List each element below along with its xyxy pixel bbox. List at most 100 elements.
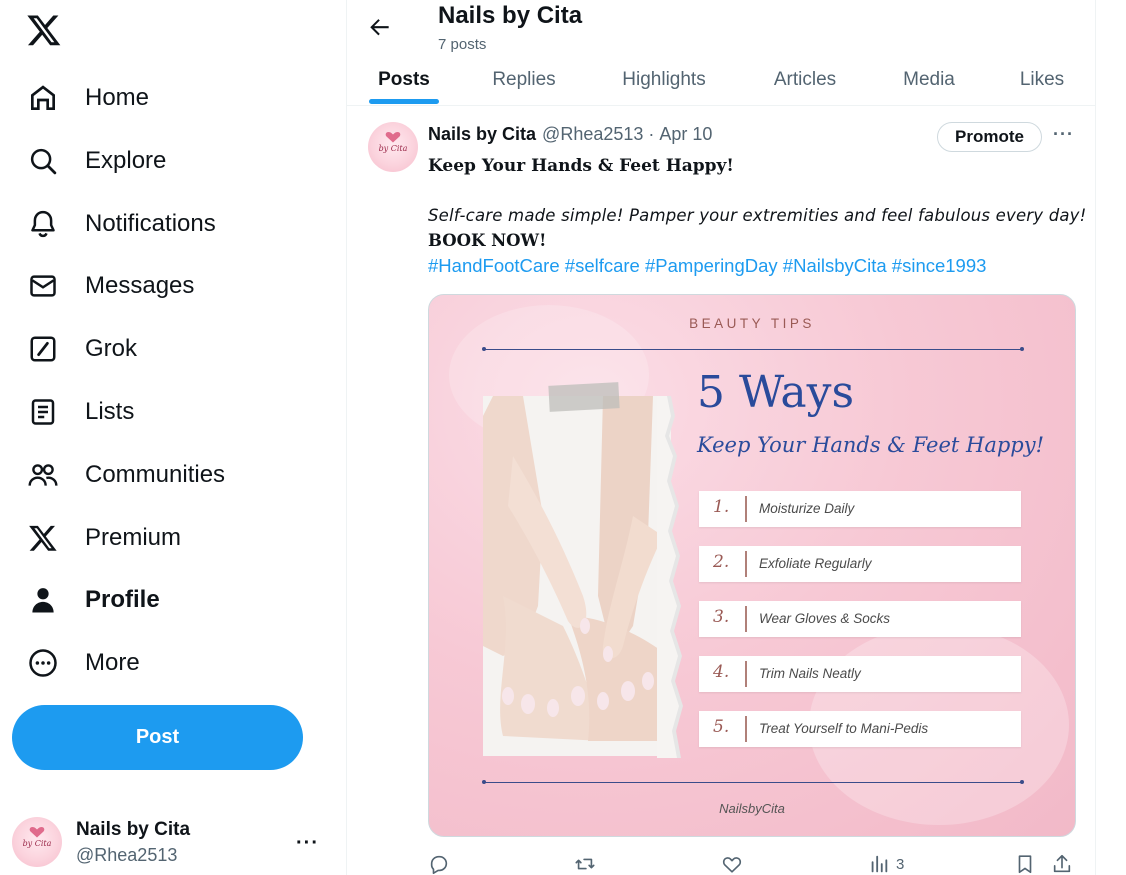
nav-label: Communities (85, 461, 226, 488)
left-sidebar: Home Explore Notifications Messages Grok… (0, 0, 346, 875)
tweet-text-line: Self-care made simple! Pamper your extre… (428, 206, 1087, 225)
hashtag-link[interactable]: #selfcare (565, 255, 640, 276)
home-icon (24, 79, 62, 117)
bookmark-icon (1018, 855, 1032, 874)
tip-row: 5. Treat Yourself to Mani-Pedis (699, 711, 1021, 747)
tip-row: 2. Exfoliate Regularly (699, 546, 1021, 582)
tweet-author-name[interactable]: Nails by Cita (428, 124, 536, 145)
tweet-avatar[interactable]: by Cita (368, 122, 418, 172)
nav-explore[interactable]: Explore (24, 137, 166, 185)
nav-label: Lists (85, 398, 135, 425)
avatar-text: by Cita (378, 144, 408, 153)
list-icon (24, 393, 62, 431)
repost-button[interactable] (574, 852, 596, 875)
tip-row: 3. Wear Gloves & Socks (699, 601, 1021, 637)
nav-label: Explore (85, 147, 167, 174)
tab-articles[interactable]: Articles (741, 56, 869, 104)
bookmark-button[interactable] (1014, 852, 1036, 875)
account-switcher[interactable]: by Cita Nails by Cita @Rhea2513 ··· (12, 810, 332, 874)
tweet-text-line: Keep Your Hands & Feet Happy! (428, 156, 734, 176)
tip-number: 5. (713, 717, 730, 737)
account-more-icon[interactable]: ··· (296, 832, 319, 855)
tweet-date[interactable]: Apr 10 (659, 124, 712, 145)
tab-highlights[interactable]: Highlights (597, 56, 731, 104)
x-logo-icon[interactable] (26, 12, 62, 48)
profile-tabs: Posts Replies Highlights Articles Media … (347, 56, 1095, 106)
hashtag-link[interactable]: #PamperingDay (645, 255, 778, 276)
heart-icon (722, 857, 742, 873)
analytics-icon (871, 855, 888, 873)
promote-button[interactable]: Promote (937, 122, 1042, 152)
back-arrow-icon[interactable] (367, 14, 393, 40)
tweet-actions: 3 (428, 852, 1076, 875)
avatar: by Cita (12, 817, 62, 867)
avatar-text: by Cita (22, 839, 52, 848)
separator-dot: · (648, 124, 655, 144)
tip-text: Wear Gloves & Socks (759, 611, 891, 626)
hands-feet-illustration (483, 396, 671, 756)
post-button[interactable]: Post (12, 705, 303, 770)
views-count: 3 (896, 855, 905, 873)
nav-premium[interactable]: Premium (24, 514, 181, 562)
hashtag-link[interactable]: #HandFootCare (428, 255, 560, 276)
tab-replies[interactable]: Replies (461, 56, 587, 104)
active-tab-indicator (369, 99, 439, 104)
nav-profile[interactable]: Profile (24, 576, 160, 624)
post-count: 7 posts (438, 36, 487, 53)
nav-lists[interactable]: Lists (24, 388, 134, 436)
heart-icon (29, 827, 45, 838)
hashtag-link[interactable]: #NailsbyCita (783, 255, 887, 276)
heart-icon (385, 132, 401, 143)
tweet-hashtags: #HandFootCare #selfcare #PamperingDay #N… (428, 255, 986, 277)
reply-icon (430, 855, 448, 874)
media-divider (482, 347, 1024, 351)
share-icon (1053, 854, 1071, 873)
tweet-media-image[interactable]: BEAUTY TIPS 5 Ways Keep Your Hands & Fee… (428, 294, 1076, 837)
nav-label: Grok (85, 335, 138, 362)
share-button[interactable] (1051, 852, 1073, 875)
envelope-icon (24, 267, 62, 305)
tip-number: 2. (713, 552, 730, 572)
nav-label: Messages (85, 272, 195, 299)
media-subheadline: Keep Your Hands & Feet Happy! (697, 433, 1045, 457)
nav-grok[interactable]: Grok (24, 325, 137, 373)
account-handle: @Rhea2513 (76, 844, 178, 865)
more-circle-icon (24, 644, 62, 682)
tab-posts[interactable]: Posts (347, 56, 461, 104)
nav-home[interactable]: Home (24, 74, 149, 122)
nav-label: Home (85, 84, 150, 111)
person-icon (24, 581, 62, 619)
tab-media[interactable]: Media (869, 56, 989, 104)
reply-button[interactable] (428, 852, 450, 875)
account-name: Nails by Cita (76, 818, 191, 840)
repost-icon (575, 858, 595, 870)
nav-more[interactable]: More (24, 639, 140, 687)
nav-messages[interactable]: Messages (24, 262, 194, 310)
tip-text: Trim Nails Neatly (759, 666, 861, 681)
nav-label: Profile (85, 586, 160, 613)
nav-label: Notifications (85, 210, 216, 237)
nav-communities[interactable]: Communities (24, 451, 225, 499)
people-icon (24, 456, 62, 494)
tip-number: 3. (713, 607, 730, 627)
views-button[interactable]: 3 (868, 852, 904, 875)
media-headline: 5 Ways (697, 367, 855, 418)
media-brand: NailsbyCita (719, 801, 785, 816)
torn-paper-edge (657, 396, 683, 758)
like-button[interactable] (721, 852, 743, 875)
tab-likes[interactable]: Likes (989, 56, 1095, 104)
tip-text: Treat Yourself to Mani-Pedis (759, 721, 929, 736)
nav-notifications[interactable]: Notifications (24, 200, 216, 248)
tweet-author-handle[interactable]: @Rhea2513 (542, 124, 643, 145)
search-icon (24, 142, 62, 180)
hands-feet-photo (483, 396, 671, 756)
tape-strip (548, 382, 620, 412)
media-divider (482, 780, 1024, 784)
hashtag-link[interactable]: #since1993 (892, 255, 987, 276)
tip-number: 1. (713, 497, 730, 517)
tweet-more-icon[interactable]: ··· (1053, 124, 1074, 145)
grok-icon (24, 330, 62, 368)
nav-label: More (85, 649, 140, 676)
tweet-header: Nails by Cita @Rhea2513 · Apr 10 (428, 124, 712, 145)
tip-text: Exfoliate Regularly (759, 556, 872, 571)
